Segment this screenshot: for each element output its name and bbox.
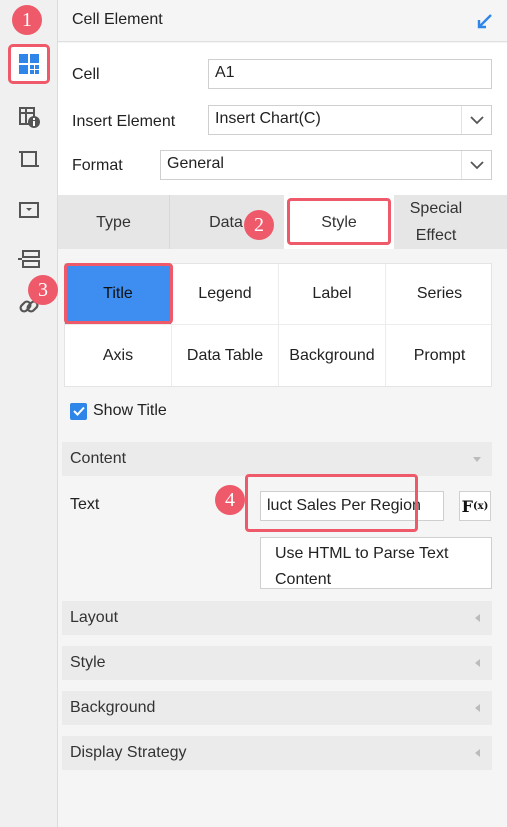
float-element-icon[interactable]: [8, 139, 50, 179]
format-select[interactable]: General: [160, 150, 492, 180]
step-marker-3: 3: [28, 275, 58, 305]
subtab-legend[interactable]: Legend: [172, 264, 279, 325]
subtab-label-label: Label: [312, 285, 352, 302]
layout-section-header[interactable]: Layout: [62, 601, 492, 635]
subtab-legend-label: Legend: [198, 285, 252, 302]
content-section-header[interactable]: Content: [62, 442, 492, 476]
tab-special-effect[interactable]: Special Effect: [396, 195, 488, 249]
subtab-axis-label: Axis: [102, 346, 134, 364]
chevron-down-icon[interactable]: [461, 106, 491, 134]
show-title-row: Show Title: [70, 400, 167, 422]
text-label: Text: [70, 496, 100, 513]
style-section-label: Style: [70, 654, 106, 671]
caret-left-icon: [475, 659, 480, 667]
widget-icon[interactable]: [8, 190, 50, 230]
format-value: General: [167, 155, 224, 172]
style-tab-highlight: [287, 198, 391, 245]
text-input-highlight: [245, 474, 418, 532]
cell-value: A1: [215, 64, 235, 81]
caret-down-icon: [473, 457, 481, 462]
insert-element-value: Insert Chart(C): [215, 110, 321, 127]
step-marker-4: 4: [215, 485, 245, 515]
layout-section-label: Layout: [70, 609, 119, 626]
formula-icon-sub: (x): [472, 500, 489, 512]
content-section-label: Content: [70, 450, 127, 467]
subtab-data-table[interactable]: Data Table: [172, 325, 279, 386]
cell-element-icon[interactable]: [8, 44, 50, 84]
collapse-arrow-icon[interactable]: [475, 11, 495, 31]
subtab-label[interactable]: Label: [279, 264, 386, 325]
title-subtab-highlight: [64, 263, 173, 324]
step-marker-1: 1: [12, 5, 42, 35]
html-parse-toggle[interactable]: Use HTML to Parse Text Content: [260, 537, 492, 589]
subtab-prompt[interactable]: Prompt: [386, 325, 493, 386]
show-title-label: Show Title: [93, 402, 167, 419]
caret-left-icon: [475, 749, 480, 757]
chart-tab-bar: Type Data Style Special Effect: [58, 195, 507, 249]
subtab-background-label: Background: [289, 346, 375, 364]
subtab-background[interactable]: Background: [279, 325, 386, 386]
formula-icon: F: [461, 496, 473, 516]
formula-button[interactable]: F (x): [459, 491, 491, 521]
style-section-header[interactable]: Style: [62, 646, 492, 680]
subtab-series-label: Series: [416, 285, 463, 302]
background-section-header[interactable]: Background: [62, 691, 492, 725]
cell-element-panel: Cell Element Cell A1 Insert Element Inse…: [58, 0, 507, 827]
display-strategy-section-label: Display Strategy: [70, 744, 187, 761]
left-icon-rail: [0, 0, 58, 827]
tab-special-effect-label: Special Effect: [409, 200, 463, 244]
panel-header: Cell Element: [58, 0, 507, 42]
html-parse-label: Use HTML to Parse Text Content: [275, 545, 449, 588]
format-label: Format: [72, 157, 123, 174]
show-title-checkbox[interactable]: [70, 402, 87, 420]
cell-attribute-icon[interactable]: [8, 97, 50, 137]
insert-element-select[interactable]: Insert Chart(C): [208, 105, 492, 135]
subtab-data-table-label: Data Table: [186, 346, 264, 364]
background-section-label: Background: [70, 699, 156, 716]
display-strategy-section-header[interactable]: Display Strategy: [62, 736, 492, 770]
caret-left-icon: [475, 704, 480, 712]
tab-type[interactable]: Type: [58, 195, 169, 249]
subtab-prompt-label: Prompt: [413, 346, 466, 364]
step-marker-2: 2: [244, 210, 274, 240]
subtab-series[interactable]: Series: [386, 264, 493, 325]
report-block-icon[interactable]: [8, 240, 50, 280]
chevron-down-icon[interactable]: [461, 151, 491, 179]
cell-input[interactable]: A1: [208, 59, 492, 89]
subtab-axis[interactable]: Axis: [65, 325, 172, 386]
tab-data-label: Data: [209, 213, 243, 231]
cell-label: Cell: [72, 66, 100, 83]
tab-type-label: Type: [96, 213, 131, 231]
panel-title: Cell Element: [72, 11, 163, 28]
caret-left-icon: [475, 614, 480, 622]
insert-element-label: Insert Element: [72, 113, 176, 130]
cell-form: Cell A1 Insert Element Insert Chart(C) F…: [58, 43, 507, 195]
